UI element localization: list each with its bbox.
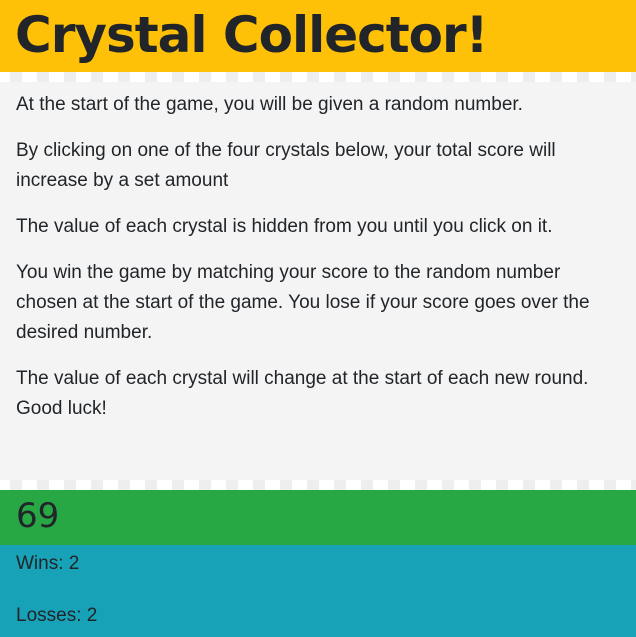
instruction-text: The value of each crystal will change at…	[16, 368, 589, 419]
header: Crystal Collector!	[0, 0, 636, 72]
target-number: 69	[0, 490, 636, 545]
instruction-text: The value of each crystal is hidden from…	[16, 216, 553, 237]
wins-count: Wins: 2	[16, 553, 80, 574]
page-title: Crystal Collector!	[15, 6, 488, 64]
stats-panel: Wins: 2 Losses: 2	[0, 545, 636, 637]
instruction-text: You win the game by matching your score …	[16, 262, 590, 343]
instruction-text: By clicking on one of the four crystals …	[16, 140, 556, 191]
instruction-text: At the start of the game, you will be gi…	[16, 94, 523, 115]
instructions: At the start of the game, you will be gi…	[0, 82, 636, 480]
losses-count: Losses: 2	[16, 605, 98, 626]
divider	[0, 480, 636, 490]
divider	[0, 72, 636, 82]
